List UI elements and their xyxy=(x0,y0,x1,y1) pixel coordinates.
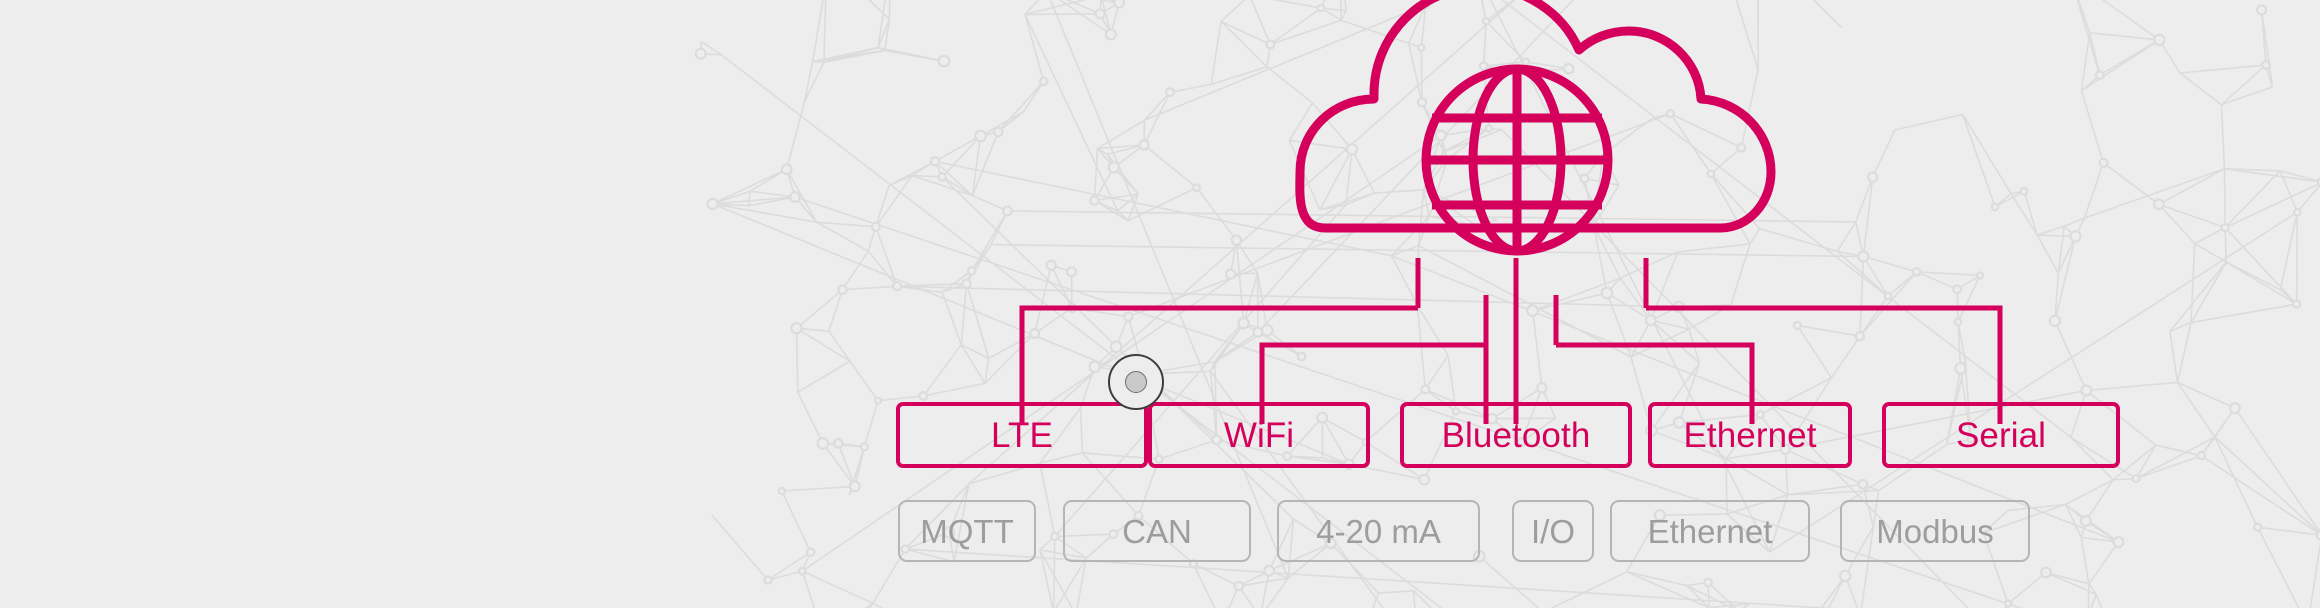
protocol-box-modbus[interactable]: Modbus xyxy=(1840,500,2030,562)
protocol-label: Modbus xyxy=(1876,512,1994,550)
protocol-label: CAN xyxy=(1122,512,1192,550)
click-indicator xyxy=(1108,354,1164,410)
connectivity-box-wifi[interactable]: WiFi xyxy=(1148,402,1370,468)
connectivity-label: WiFi xyxy=(1223,415,1295,455)
connectivity-label: LTE xyxy=(991,415,1053,455)
protocol-label: MQTT xyxy=(920,512,1014,550)
protocol-box-4-20-ma[interactable]: 4-20 mA xyxy=(1277,500,1480,562)
connectivity-box-serial[interactable]: Serial xyxy=(1882,402,2120,468)
connectivity-label: Serial xyxy=(1955,415,2047,455)
connectivity-box-lte[interactable]: LTE xyxy=(896,402,1148,468)
click-indicator-dot xyxy=(1125,371,1147,393)
protocol-box-ethernet[interactable]: Ethernet xyxy=(1610,500,1810,562)
protocol-box-io[interactable]: I/O xyxy=(1512,500,1594,562)
protocol-label: 4-20 mA xyxy=(1316,512,1441,550)
protocol-box-can[interactable]: CAN xyxy=(1063,500,1251,562)
diagram-canvas: LTE WiFi Bluetooth Ethernet Serial MQTT … xyxy=(0,0,2320,608)
connectivity-label: Ethernet xyxy=(1683,415,1817,455)
protocol-label: Ethernet xyxy=(1647,512,1773,550)
protocol-label: I/O xyxy=(1530,512,1575,550)
connectivity-box-bluetooth[interactable]: Bluetooth xyxy=(1400,402,1632,468)
connectivity-label: Bluetooth xyxy=(1441,415,1591,455)
connectivity-box-ethernet[interactable]: Ethernet xyxy=(1648,402,1852,468)
protocol-box-mqtt[interactable]: MQTT xyxy=(898,500,1036,562)
